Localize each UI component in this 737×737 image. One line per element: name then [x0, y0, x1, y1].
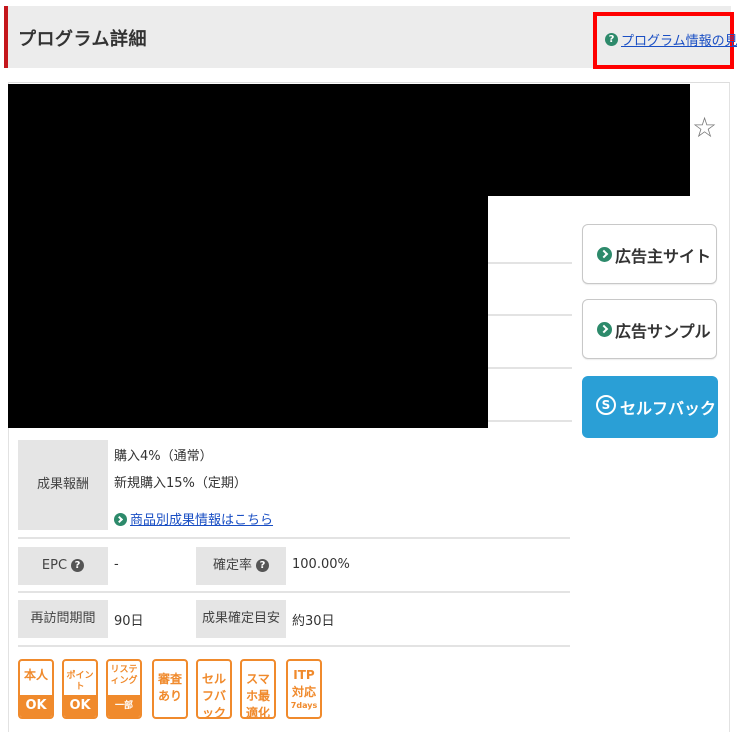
- badge-selfback: セルフバック: [196, 659, 232, 719]
- ad-sample-button[interactable]: 広告サンプル: [582, 299, 717, 359]
- help-icon[interactable]: ?: [256, 559, 269, 572]
- selfback-button[interactable]: S セルフバック: [582, 376, 718, 438]
- page-title: プログラム詳細: [18, 29, 147, 50]
- divider: [488, 420, 572, 422]
- divider: [488, 262, 572, 264]
- help-icon[interactable]: ?: [71, 559, 85, 572]
- badge-review-required: 審査あり: [152, 659, 188, 719]
- badge-self-purchase: 本人 OK: [18, 659, 54, 719]
- reward-label: 成果報酬: [18, 440, 108, 530]
- revisit-period-label: 再訪問期間: [18, 600, 108, 638]
- advertiser-site-label: 広告主サイト: [615, 247, 712, 266]
- confirm-period-value: 約30日: [292, 614, 335, 629]
- ad-sample-label: 広告サンプル: [615, 322, 711, 341]
- divider: [488, 314, 572, 316]
- redacted-area: [8, 84, 690, 196]
- program-info-guide-link[interactable]: ? プログラム情報の見方: [593, 12, 737, 69]
- redacted-area: [8, 196, 488, 428]
- epc-value: -: [114, 557, 119, 572]
- badge-listing: リスティング 一部OK: [106, 659, 142, 719]
- confirm-rate-label: 確定率: [212, 558, 252, 573]
- confirm-rate-value: 100.00%: [292, 557, 350, 572]
- program-info-guide-label: プログラム情報の見方: [621, 34, 737, 49]
- reward-value-normal: 購入4%（通常）: [114, 449, 213, 464]
- divider: [18, 645, 570, 647]
- revisit-period-value: 90日: [114, 614, 144, 629]
- selfback-label: セルフバック: [620, 399, 717, 418]
- confirm-period-label: 成果確定目安: [196, 600, 286, 638]
- arrow-right-circle-icon: [597, 322, 612, 337]
- advertiser-site-button[interactable]: 広告主サイト: [582, 224, 717, 284]
- epc-label-cell: EPC?: [18, 547, 108, 585]
- arrow-right-circle-icon: [597, 247, 612, 262]
- epc-label: EPC: [41, 558, 68, 573]
- divider: [18, 537, 570, 539]
- question-circle-icon: ?: [605, 33, 618, 46]
- product-reward-link-label: 商品別成果情報はこちら: [130, 513, 274, 528]
- reward-value-subscription: 新規購入15%（定期）: [114, 476, 247, 491]
- favorite-star-icon[interactable]: ☆: [692, 114, 717, 142]
- confirm-rate-label-cell: 確定率?: [196, 547, 286, 585]
- badge-smartphone-optimized: スマホ最適化: [240, 659, 276, 719]
- selfback-icon: S: [596, 395, 616, 415]
- badge-point-site: ポイント OK: [62, 659, 98, 719]
- divider: [18, 591, 570, 593]
- divider: [488, 367, 572, 369]
- badge-itp-support: ITP対応 7days: [286, 659, 322, 719]
- arrow-right-circle-icon: [114, 513, 127, 526]
- product-reward-link[interactable]: 商品別成果情報はこちら: [114, 509, 273, 528]
